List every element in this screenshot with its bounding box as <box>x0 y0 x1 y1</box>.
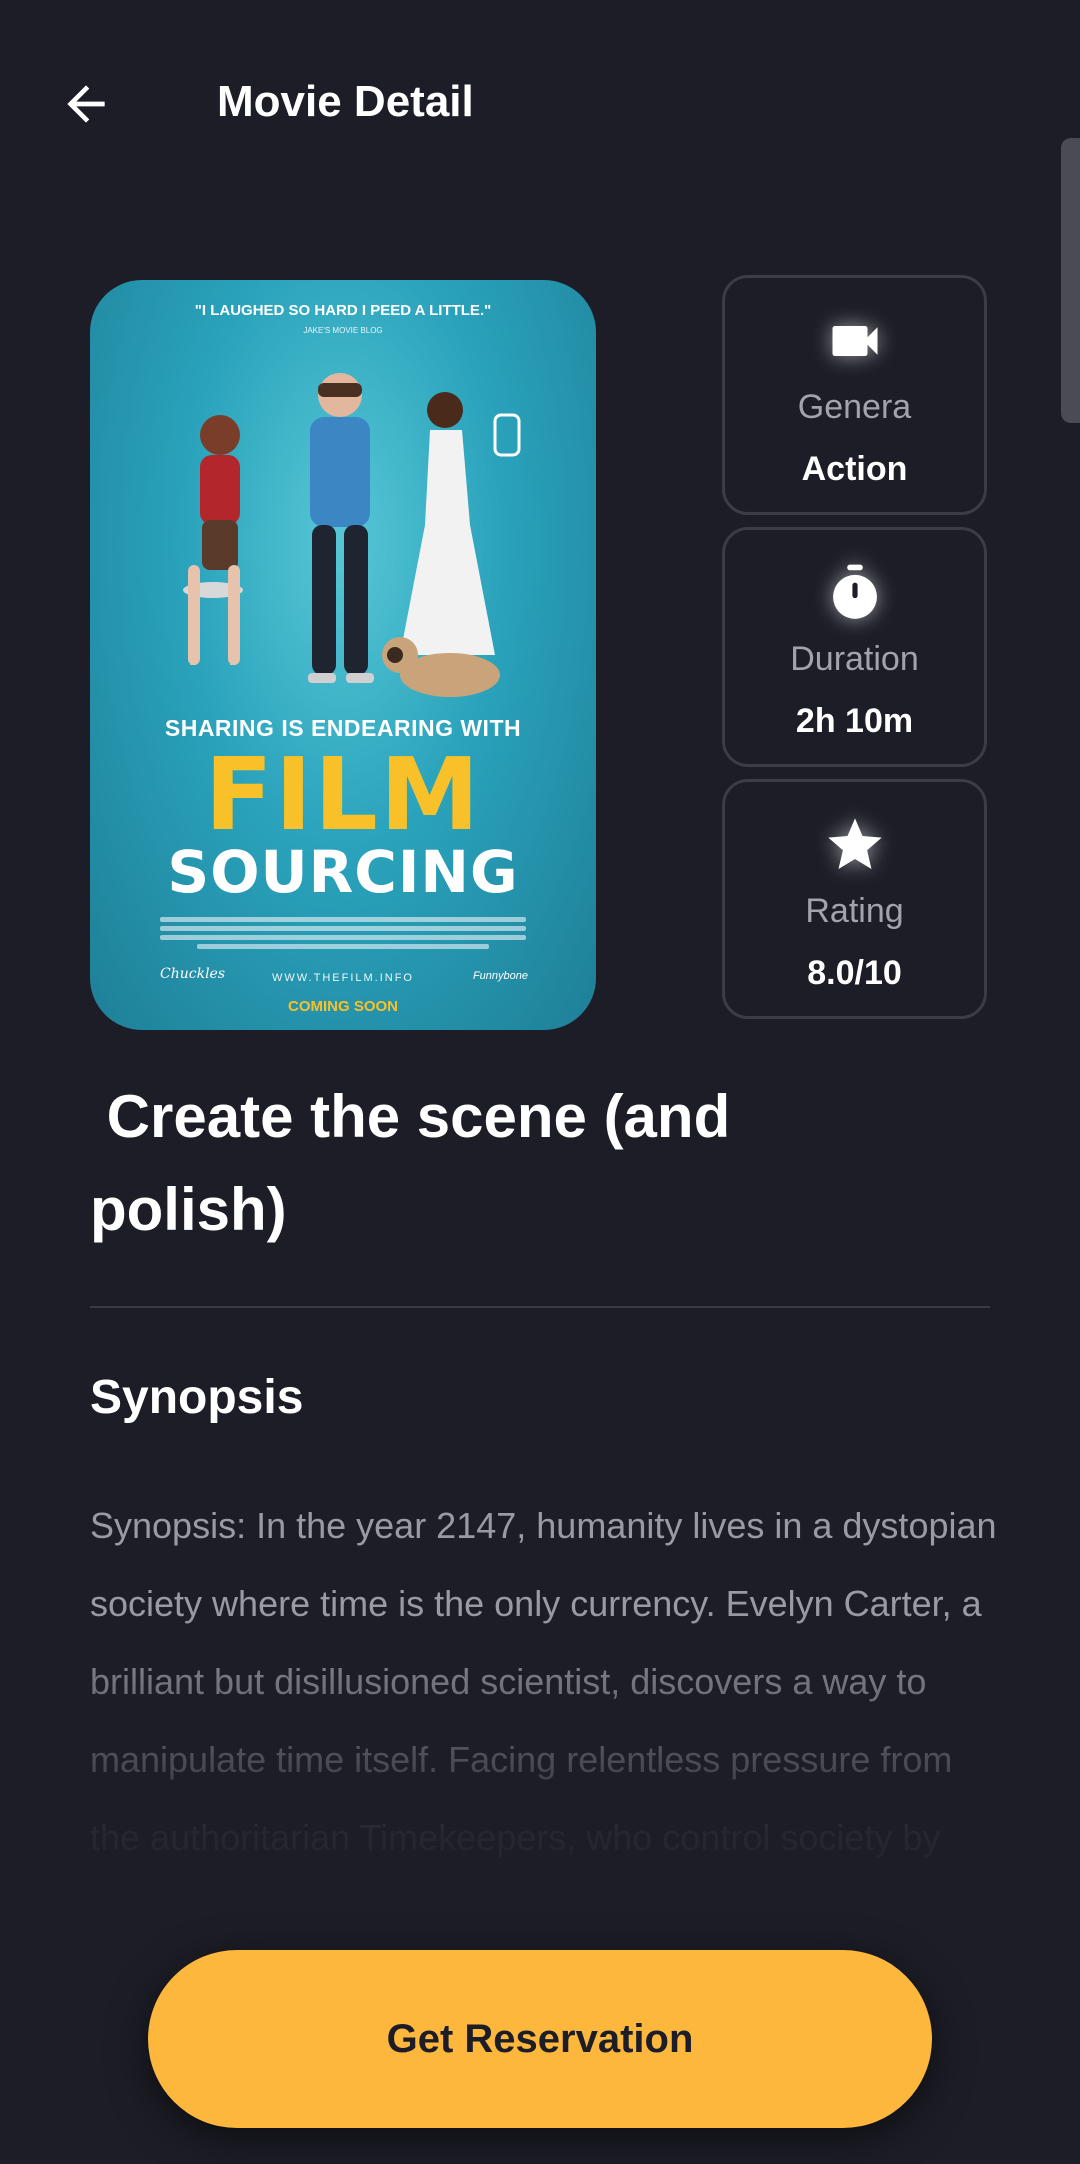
back-button[interactable] <box>52 70 120 138</box>
poster-credits-block <box>160 913 526 957</box>
duration-card: Duration 2h 10m <box>722 527 987 767</box>
poster-title-sourcing: SOURCING <box>167 838 519 906</box>
divider <box>90 1306 990 1308</box>
scrollbar[interactable] <box>1061 138 1080 423</box>
poster-studio-logo-right: Funnybone <box>472 970 528 982</box>
genre-card: Genera Action <box>722 275 987 515</box>
poster-coming-soon: COMING SOON <box>287 998 398 1015</box>
app-bar: Movie Detail <box>0 0 1080 205</box>
genre-value: Action <box>801 450 908 488</box>
get-reservation-label: Get Reservation <box>386 2016 694 2061</box>
rating-label: Rating <box>805 892 904 930</box>
movie-title: Create the scene (and polish) <box>90 1083 747 1243</box>
page-title: Movie Detail <box>217 77 474 126</box>
rating-value: 8.0/10 <box>807 954 902 992</box>
arrow-left-icon <box>67 85 105 123</box>
stopwatch-icon <box>725 558 984 628</box>
poster-quote: "I LAUGHED SO HARD I PEED A LITTLE." <box>194 302 492 319</box>
genre-label: Genera <box>797 388 912 426</box>
poster-title-film: FILM <box>204 736 482 853</box>
poster-quote-source: JAKE'S MOVIE BLOG <box>303 326 383 335</box>
synopsis-heading: Synopsis <box>90 1371 304 1424</box>
duration-label: Duration <box>790 640 919 678</box>
rating-card: Rating 8.0/10 <box>722 779 987 1019</box>
video-camera-icon <box>725 306 984 376</box>
get-reservation-button[interactable]: Get Reservation <box>148 1950 932 2128</box>
star-icon <box>725 810 984 880</box>
duration-value: 2h 10m <box>795 702 914 740</box>
movie-poster: "I LAUGHED SO HARD I PEED A LITTLE." JAK… <box>90 280 596 1030</box>
